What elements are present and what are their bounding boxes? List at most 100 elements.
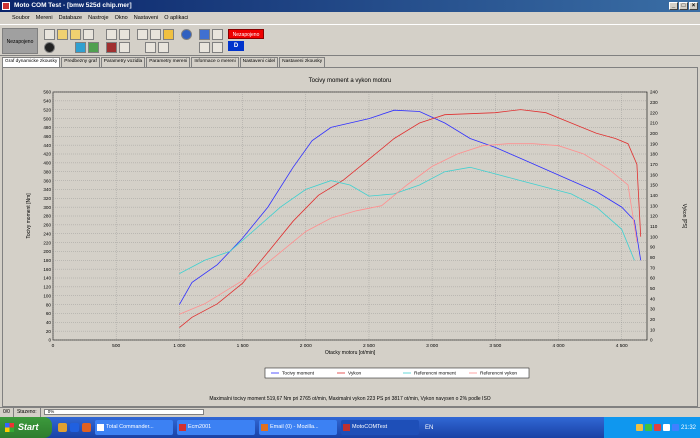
graph-icon[interactable] (88, 42, 99, 53)
mail-icon (261, 424, 268, 431)
y2-tick-label: 30 (650, 307, 656, 312)
close-button[interactable]: × (689, 2, 698, 10)
y2-tick-label: 140 (650, 193, 658, 198)
status-indicator-red: Nezapojeno (228, 29, 264, 39)
start-label: Start (18, 422, 39, 432)
line-chart-icon[interactable] (119, 29, 130, 40)
y-tick-label: 480 (43, 125, 51, 130)
tab-parametry-mereni[interactable]: Parametry mereni (146, 57, 191, 67)
window-title: Moto COM Test - [bmw 525d chip.mer] (14, 2, 132, 9)
book-icon[interactable] (145, 42, 156, 53)
book-open-icon[interactable] (158, 42, 169, 53)
status-bar: 0/0 Stazeno: 0% (0, 407, 700, 417)
x-tick-label: 2 000 (300, 343, 312, 349)
tray-icon[interactable] (644, 424, 652, 431)
menu-mereni[interactable]: Mereni (36, 15, 53, 21)
globe-icon[interactable] (181, 29, 192, 40)
y-tick-label: 160 (43, 267, 51, 272)
x-tick-label: 0 (52, 343, 55, 349)
task-label: Ecm2001 (188, 424, 212, 430)
x-tick-label: 1 500 (237, 343, 249, 349)
explorer-icon[interactable] (58, 423, 67, 432)
y2-tick-label: 210 (650, 121, 658, 126)
language-indicator[interactable]: EN (425, 425, 433, 431)
help-icon[interactable] (212, 29, 223, 40)
report-icon[interactable] (106, 42, 117, 53)
y-tick-label: 380 (43, 169, 51, 174)
task-ecm2001[interactable]: Ecm2001 (177, 420, 255, 435)
ie-icon[interactable] (70, 423, 79, 432)
x-tick-label: 500 (112, 343, 120, 349)
y2-tick-label: 150 (650, 183, 658, 188)
chart-icon[interactable] (75, 42, 86, 53)
tray-icon[interactable] (635, 424, 643, 431)
task-total-commander[interactable]: Total Commander... (95, 420, 173, 435)
menu-nastaveni[interactable]: Nastaveni (134, 15, 158, 21)
new-file-icon[interactable] (44, 29, 55, 40)
summary-text: Maximalni tocivy moment 519,67 Nm pri 27… (209, 396, 490, 402)
legend-label: Tocivy moment (282, 371, 315, 377)
zoom-out-icon[interactable] (150, 29, 161, 40)
save-icon[interactable] (83, 29, 94, 40)
ecm-icon (179, 424, 186, 431)
y2-tick-label: 120 (650, 214, 658, 219)
firefox-icon[interactable] (82, 423, 91, 432)
quick-launch (58, 423, 91, 432)
y2-tick-label: 160 (650, 172, 658, 177)
y-tick-label: 500 (43, 116, 51, 121)
system-tray: 21:32 (604, 417, 700, 438)
y-tick-label: 240 (43, 231, 51, 236)
tray-icon[interactable] (653, 424, 661, 431)
y2-tick-label: 90 (650, 245, 656, 250)
start-button[interactable]: Start (0, 417, 52, 438)
windows-flag-icon (5, 423, 14, 432)
tab-graf-dynamicke-zkousky[interactable]: Graf dynamicke zkousky (2, 57, 61, 67)
minimize-button[interactable]: _ (669, 2, 678, 10)
x-tick-label: 3 000 (426, 343, 438, 349)
monitor-icon[interactable] (212, 42, 223, 53)
tab-informace-o-mereni[interactable]: Informace o mereni (191, 57, 239, 67)
menu-soubor[interactable]: Soubor (12, 15, 30, 21)
record-icon[interactable] (44, 42, 55, 53)
total-commander-icon (97, 424, 104, 431)
menu-o-aplikaci[interactable]: O aplikaci (164, 15, 188, 21)
settings-icon[interactable] (163, 29, 174, 40)
y-tick-label: 420 (43, 152, 51, 157)
menu-nastroje[interactable]: Nastroje (88, 15, 108, 21)
maximize-button[interactable]: □ (679, 2, 688, 10)
tab-parametry-vozidla[interactable]: Parametry vozidla (100, 57, 146, 67)
motocom-icon (343, 424, 350, 431)
tray-icon[interactable] (662, 424, 670, 431)
download-progress: 0% (43, 409, 204, 415)
open-folder-icon[interactable] (57, 29, 68, 40)
y-tick-label: 60 (46, 311, 52, 316)
y2-axis-label: Vykon [PS] (681, 204, 687, 229)
y-tick-label: 460 (43, 134, 51, 139)
folder-icon[interactable] (70, 29, 81, 40)
tab-nastaveni-zkousky[interactable]: Nastaveni zkousky (279, 57, 326, 67)
y2-tick-label: 10 (650, 327, 656, 332)
y2-tick-label: 200 (650, 131, 658, 136)
tab-nastaveni-cidel[interactable]: Nastaveni cidel (239, 57, 279, 67)
tray-icon[interactable] (671, 424, 679, 431)
task-email[interactable]: Email (0) - Mozilla... (259, 420, 337, 435)
print-icon[interactable] (119, 42, 130, 53)
chart-panel: Tocivy moment a vykon motoru 0 20 40 60 80 100… (2, 67, 698, 407)
database-icon[interactable] (199, 29, 210, 40)
clock[interactable]: 21:32 (681, 425, 696, 431)
menu-databaze[interactable]: Databaze (59, 15, 83, 21)
tab-predbezny-graf[interactable]: Predbezny graf (61, 57, 100, 67)
y-tick-label: 400 (43, 161, 51, 166)
message-icon[interactable] (199, 42, 210, 53)
y-tick-label: 440 (43, 143, 51, 148)
y2-tick-label: 110 (650, 224, 658, 229)
bar-chart-icon[interactable] (106, 29, 117, 40)
y-tick-label: 540 (43, 99, 51, 104)
task-motocomtest[interactable]: MotoCOMTest (341, 420, 419, 435)
y2-tick-label: 170 (650, 162, 658, 167)
menu-okno[interactable]: Okno (115, 15, 128, 21)
y-tick-label: 20 (46, 329, 52, 334)
zoom-in-icon[interactable] (137, 29, 148, 40)
y2-tick-label: 220 (650, 110, 658, 115)
y-tick-label: 80 (46, 302, 52, 307)
